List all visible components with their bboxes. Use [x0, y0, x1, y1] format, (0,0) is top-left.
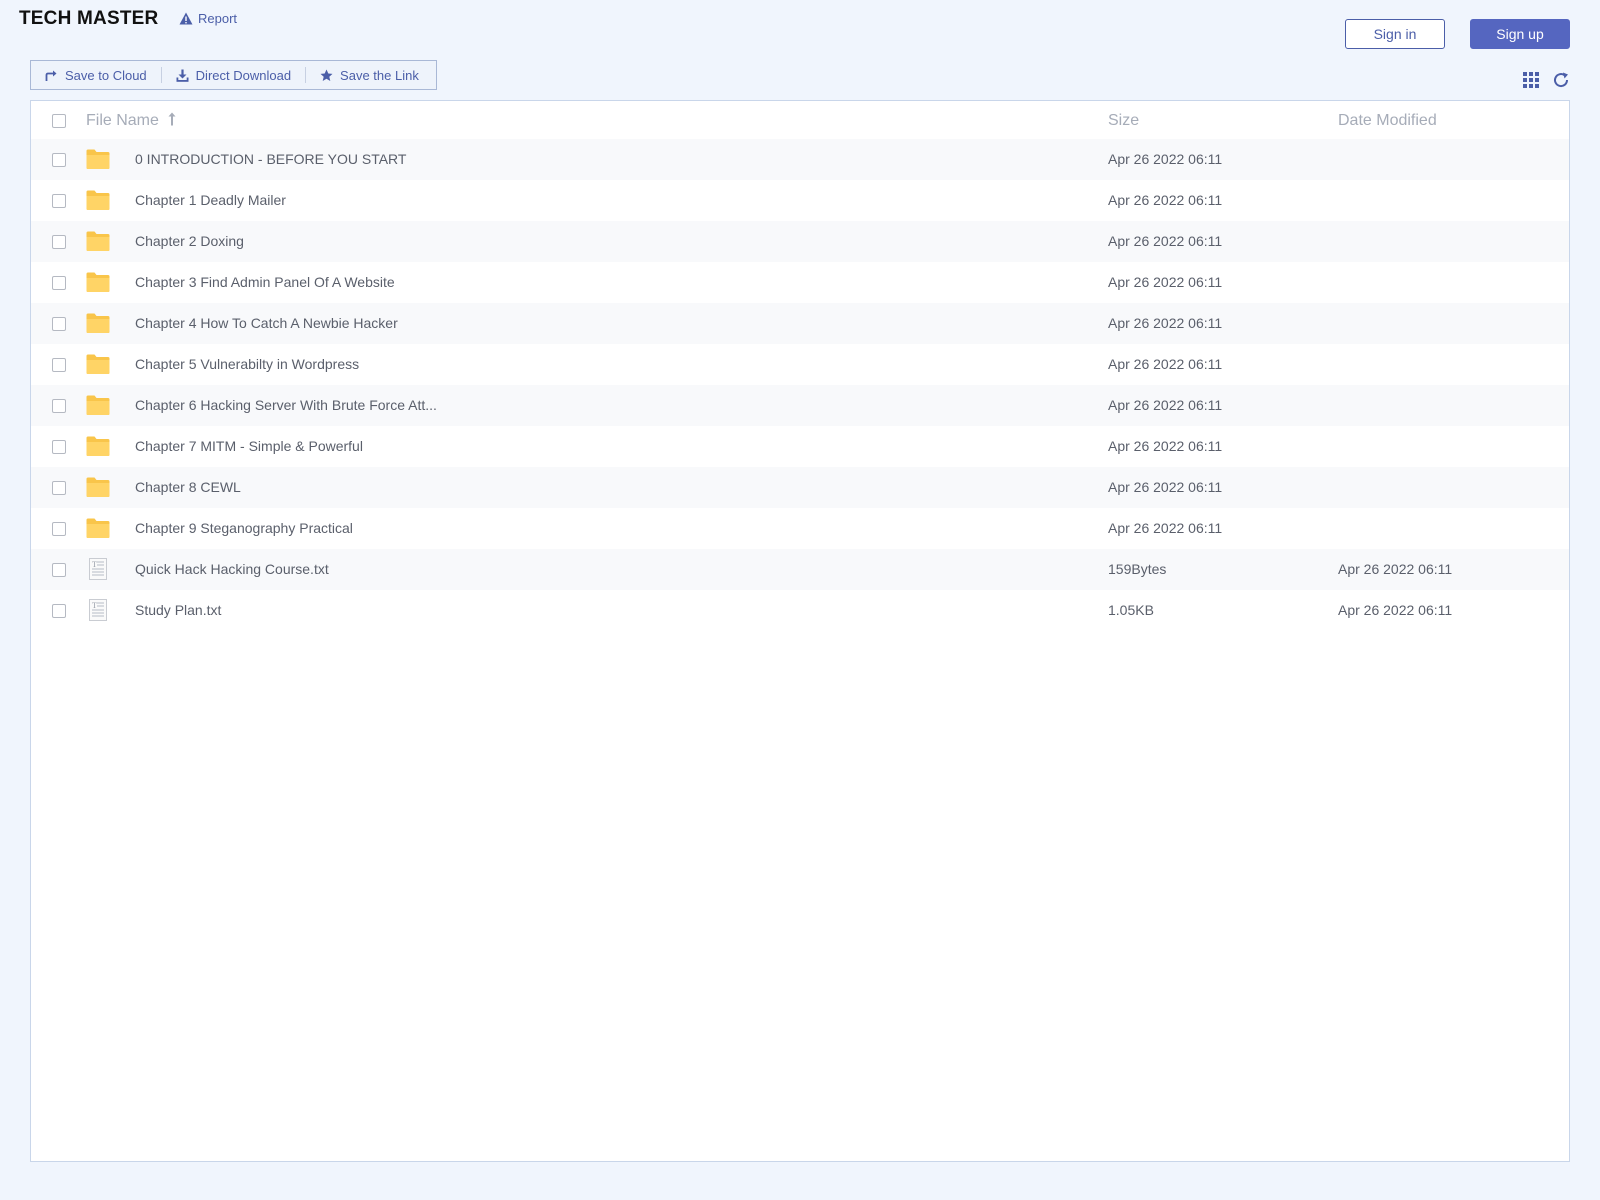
folder-icon	[86, 517, 110, 539]
row-checkbox[interactable]	[52, 235, 66, 249]
table-row[interactable]: Chapter 2 Doxing Apr 26 2022 06:11	[31, 221, 1569, 262]
warning-icon	[179, 12, 193, 25]
save-to-cloud-label: Save to Cloud	[65, 67, 147, 83]
folder-icon	[86, 189, 110, 211]
file-name-link[interactable]: Chapter 8 CEWL	[135, 479, 241, 495]
file-name-link[interactable]: Chapter 4 How To Catch A Newbie Hacker	[135, 315, 398, 331]
table-row[interactable]: Chapter 1 Deadly Mailer Apr 26 2022 06:11	[31, 180, 1569, 221]
select-all-checkbox[interactable]	[52, 114, 66, 128]
file-size: Apr 26 2022 06:11	[1108, 520, 1223, 536]
text-file-icon: T	[86, 599, 110, 621]
direct-download-label: Direct Download	[195, 67, 292, 83]
folder-icon	[86, 394, 110, 416]
file-date-modified: Apr 26 2022 06:11	[1338, 561, 1453, 577]
file-size: 159Bytes	[1108, 561, 1167, 577]
share-arrow-icon	[45, 70, 57, 81]
view-controls	[1522, 71, 1570, 89]
column-header-size[interactable]: Size	[1108, 112, 1139, 130]
table-row[interactable]: 0 INTRODUCTION - BEFORE YOU START Apr 26 …	[31, 139, 1569, 180]
table-row[interactable]: Chapter 4 How To Catch A Newbie Hacker Ap…	[31, 303, 1569, 344]
file-name-link[interactable]: Chapter 2 Doxing	[135, 233, 244, 249]
file-size: Apr 26 2022 06:11	[1108, 192, 1223, 208]
save-the-link-button[interactable]: Save the Link	[305, 67, 433, 83]
file-name-link[interactable]: Chapter 3 Find Admin Panel Of A Website	[135, 274, 395, 290]
row-checkbox[interactable]	[52, 153, 66, 167]
file-name-link[interactable]: Quick Hack Hacking Course.txt	[135, 561, 329, 577]
file-list-panel: File Name Size Date Modified 0 INTRODUCT…	[30, 100, 1570, 1162]
table-row[interactable]: Chapter 6 Hacking Server With Brute Forc…	[31, 385, 1569, 426]
row-checkbox[interactable]	[52, 563, 66, 577]
folder-icon	[86, 271, 110, 293]
folder-icon	[86, 148, 110, 170]
table-row[interactable]: Chapter 7 MITM - Simple & Powerful Apr 26…	[31, 426, 1569, 467]
column-header-date-modified[interactable]: Date Modified	[1338, 112, 1437, 130]
site-title: TECH MASTER	[19, 8, 159, 29]
row-checkbox[interactable]	[52, 194, 66, 208]
row-checkbox[interactable]	[52, 399, 66, 413]
file-size: Apr 26 2022 06:11	[1108, 356, 1223, 372]
row-checkbox[interactable]	[52, 522, 66, 536]
refresh-icon[interactable]	[1552, 71, 1570, 89]
table-row[interactable]: T Study Plan.txt 1.05KB Apr 26 2022 06:11	[31, 590, 1569, 631]
report-link[interactable]: Report	[179, 11, 237, 26]
file-size: Apr 26 2022 06:11	[1108, 397, 1223, 413]
folder-icon	[86, 353, 110, 375]
file-name-link[interactable]: Study Plan.txt	[135, 602, 221, 618]
file-size: Apr 26 2022 06:11	[1108, 233, 1223, 249]
file-size: Apr 26 2022 06:11	[1108, 479, 1223, 495]
file-name-link[interactable]: Chapter 1 Deadly Mailer	[135, 192, 286, 208]
sort-ascending-icon	[168, 112, 176, 126]
folder-icon	[86, 312, 110, 334]
action-toolbar: Save to Cloud Direct Download Save the L…	[30, 60, 437, 90]
file-name-link[interactable]: Chapter 9 Steganography Practical	[135, 520, 353, 536]
row-checkbox[interactable]	[52, 358, 66, 372]
file-name-link[interactable]: Chapter 6 Hacking Server With Brute Forc…	[135, 397, 437, 413]
sign-in-button[interactable]: Sign in	[1345, 19, 1445, 49]
file-name-link[interactable]: 0 INTRODUCTION - BEFORE YOU START	[135, 151, 406, 167]
row-checkbox[interactable]	[52, 317, 66, 331]
report-label: Report	[198, 11, 238, 26]
file-name-link[interactable]: Chapter 5 Vulnerabilty in Wordpress	[135, 356, 359, 372]
row-checkbox[interactable]	[52, 604, 66, 618]
table-row[interactable]: Chapter 9 Steganography Practical Apr 26 …	[31, 508, 1569, 549]
file-size: Apr 26 2022 06:11	[1108, 315, 1223, 331]
file-size: Apr 26 2022 06:11	[1108, 274, 1223, 290]
table-row[interactable]: T Quick Hack Hacking Course.txt 159Bytes Ap…	[31, 549, 1569, 590]
text-file-icon: T	[86, 558, 110, 580]
sign-up-button[interactable]: Sign up	[1470, 19, 1570, 49]
table-row[interactable]: Chapter 8 CEWL Apr 26 2022 06:11	[31, 467, 1569, 508]
table-row[interactable]: Chapter 5 Vulnerabilty in Wordpress Apr 2…	[31, 344, 1569, 385]
save-the-link-label: Save the Link	[340, 67, 419, 83]
column-header-file-name[interactable]: File Name	[86, 112, 177, 130]
file-name-link[interactable]: Chapter 7 MITM - Simple & Powerful	[135, 438, 363, 454]
star-icon	[320, 69, 333, 81]
svg-text:T: T	[92, 601, 97, 610]
svg-text:T: T	[92, 560, 97, 569]
grid-view-icon[interactable]	[1522, 71, 1540, 89]
file-size: Apr 26 2022 06:11	[1108, 151, 1223, 167]
file-size: Apr 26 2022 06:11	[1108, 438, 1223, 454]
row-checkbox[interactable]	[52, 276, 66, 290]
folder-icon	[86, 230, 110, 252]
file-date-modified: Apr 26 2022 06:11	[1338, 602, 1453, 618]
save-to-cloud-button[interactable]: Save to Cloud	[31, 67, 161, 83]
row-checkbox[interactable]	[52, 481, 66, 495]
folder-icon	[86, 476, 110, 498]
row-checkbox[interactable]	[52, 440, 66, 454]
file-name-header-label: File Name	[86, 112, 159, 129]
table-row[interactable]: Chapter 3 Find Admin Panel Of A Website A…	[31, 262, 1569, 303]
download-icon	[176, 69, 189, 82]
folder-icon	[86, 435, 110, 457]
table-header: File Name Size Date Modified	[31, 101, 1569, 142]
direct-download-button[interactable]: Direct Download	[160, 67, 305, 83]
file-size: 1.05KB	[1108, 602, 1154, 618]
